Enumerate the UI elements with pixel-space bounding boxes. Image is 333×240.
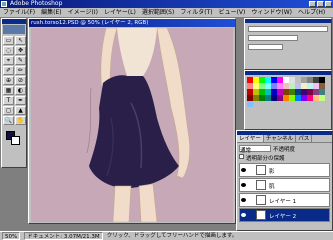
tool-button-17[interactable]: ✋: [15, 116, 26, 125]
menu-view[interactable]: ビュー(V): [216, 8, 249, 17]
tab-layers[interactable]: レイヤー: [237, 135, 264, 142]
zoom-level[interactable]: 50%: [2, 232, 21, 240]
menu-image[interactable]: イメージ(I): [65, 8, 101, 17]
options-fields: [245, 23, 331, 53]
illustration-artwork: [86, 28, 191, 222]
tool-button-12[interactable]: T: [3, 96, 14, 105]
preserve-transparency-label: 透明部分の保護: [246, 156, 285, 162]
color-swatches: [2, 129, 26, 147]
blend-mode-field[interactable]: [248, 26, 328, 32]
layer-thumbnail: [256, 180, 266, 190]
layer-thumbnail: [256, 210, 266, 220]
menu-filter[interactable]: フィルタ(T): [177, 8, 215, 17]
tool-button-11[interactable]: ◐: [15, 86, 26, 95]
tool-button-4[interactable]: ⌖: [3, 56, 14, 65]
layers-tabs: レイヤー チャンネル パス: [237, 135, 332, 143]
photoshop-logo[interactable]: [3, 25, 25, 34]
options-palette: [244, 18, 332, 70]
document-window: rush.torso12.PSD @ 50% (レイヤー 2, RGB): [28, 18, 236, 224]
tool-button-8[interactable]: ⊕: [3, 76, 14, 85]
layers-palette: レイヤー チャンネル パス 通常 不透明度 透明部分の保護 影肌レイヤー 1 レイ…: [236, 130, 333, 231]
toolbox-title-bar[interactable]: [2, 19, 26, 24]
visibility-eye-icon[interactable]: [241, 213, 246, 217]
tool-button-14[interactable]: ◻: [3, 106, 14, 115]
layer-name: レイヤー 2: [269, 214, 297, 220]
tool-button-10[interactable]: ▦: [3, 86, 14, 95]
tool-button-9[interactable]: ⊘: [15, 76, 26, 85]
layer-row[interactable]: レイヤー 2: [239, 208, 330, 222]
opacity-field[interactable]: [248, 35, 298, 41]
menu-select[interactable]: 選択範囲(S): [139, 8, 178, 17]
opacity-label: 不透明度: [273, 147, 296, 153]
background-color-swatch[interactable]: [11, 136, 20, 145]
tool-button-3[interactable]: ✥: [15, 46, 26, 55]
minimize-button[interactable]: [309, 1, 316, 7]
layer-name: レイヤー 1: [269, 199, 297, 205]
layer-row[interactable]: 肌: [239, 178, 330, 192]
menu-help[interactable]: ヘルプ(H): [295, 8, 328, 17]
app-title: Adobe Photoshop: [10, 0, 63, 7]
tool-button-1[interactable]: ↖: [15, 36, 26, 45]
layer-thumbnail: [256, 165, 266, 175]
layer-name: 影: [269, 169, 275, 175]
maximize-button[interactable]: [317, 1, 324, 7]
photoshop-app-icon[interactable]: [1, 1, 7, 7]
layer-thumbnail: [256, 195, 266, 205]
close-button[interactable]: [325, 1, 332, 7]
preserve-transparency-checkbox[interactable]: [239, 154, 244, 159]
tool-button-0[interactable]: ▭: [3, 36, 14, 45]
layer-name: 肌: [269, 184, 275, 190]
swatches-palette: [244, 70, 332, 130]
toolbox-palette: ▭ ↖ ◌ ✥ ⌖ ✎ ✐ ✏ ⊕ ⊘ ▦ ◐ T ✒ ◻ ▲ 🔍 ✋: [1, 18, 27, 168]
tab-paths[interactable]: パス: [296, 135, 313, 142]
tool-button-2[interactable]: ◌: [3, 46, 14, 55]
status-bar: 50% ドキュメント: 3.07M/21.3M クリック、ドラッグしてフリーハン…: [0, 231, 333, 240]
layer-options-row: 通常 不透明度: [237, 143, 332, 154]
preserve-row: 透明部分の保護: [237, 154, 332, 162]
tool-button-5[interactable]: ✎: [15, 56, 26, 65]
tool-button-6[interactable]: ✐: [3, 66, 14, 75]
app-title-bar: Adobe Photoshop: [0, 0, 333, 8]
visibility-eye-icon[interactable]: [241, 168, 246, 172]
tab-channels[interactable]: チャンネル: [264, 135, 297, 142]
color-swatch[interactable]: [319, 95, 325, 101]
status-hint: クリック、ドラッグしてフリーハンドで描画します。: [106, 233, 238, 239]
layer-row[interactable]: 影: [239, 163, 330, 177]
tool-button-16[interactable]: 🔍: [3, 116, 14, 125]
document-title[interactable]: rush.torso12.PSD @ 50% (レイヤー 2, RGB): [29, 19, 235, 27]
tool-button-15[interactable]: ▲: [15, 106, 26, 115]
tool-button-7[interactable]: ✏: [15, 66, 26, 75]
tool-button-13[interactable]: ✒: [15, 96, 26, 105]
menu-file[interactable]: ファイル(F): [0, 8, 38, 17]
layer-list: 影肌レイヤー 1 レイヤー 2: [237, 163, 332, 222]
layer-row[interactable]: レイヤー 1: [239, 193, 330, 207]
swatch-grid: [245, 75, 331, 109]
layer-blend-mode-select[interactable]: 通常: [239, 145, 271, 154]
menu-window[interactable]: ウィンドウ(W): [248, 8, 295, 17]
document-size[interactable]: ドキュメント: 3.07M/21.3M: [24, 232, 103, 240]
menu-bar: ファイル(F) 編集(E) イメージ(I) レイヤー(L) 選択範囲(S) フィ…: [0, 8, 333, 17]
fade-field[interactable]: [248, 44, 283, 50]
color-swatch[interactable]: [247, 101, 253, 107]
menu-layer[interactable]: レイヤー(L): [101, 8, 139, 17]
image-canvas[interactable]: [31, 28, 233, 222]
visibility-eye-icon[interactable]: [241, 183, 246, 187]
menu-edit[interactable]: 編集(E): [38, 8, 64, 17]
visibility-eye-icon[interactable]: [241, 198, 246, 202]
tool-grid: ▭ ↖ ◌ ✥ ⌖ ✎ ✐ ✏ ⊕ ⊘ ▦ ◐ T ✒ ◻ ▲ 🔍 ✋: [2, 35, 26, 126]
